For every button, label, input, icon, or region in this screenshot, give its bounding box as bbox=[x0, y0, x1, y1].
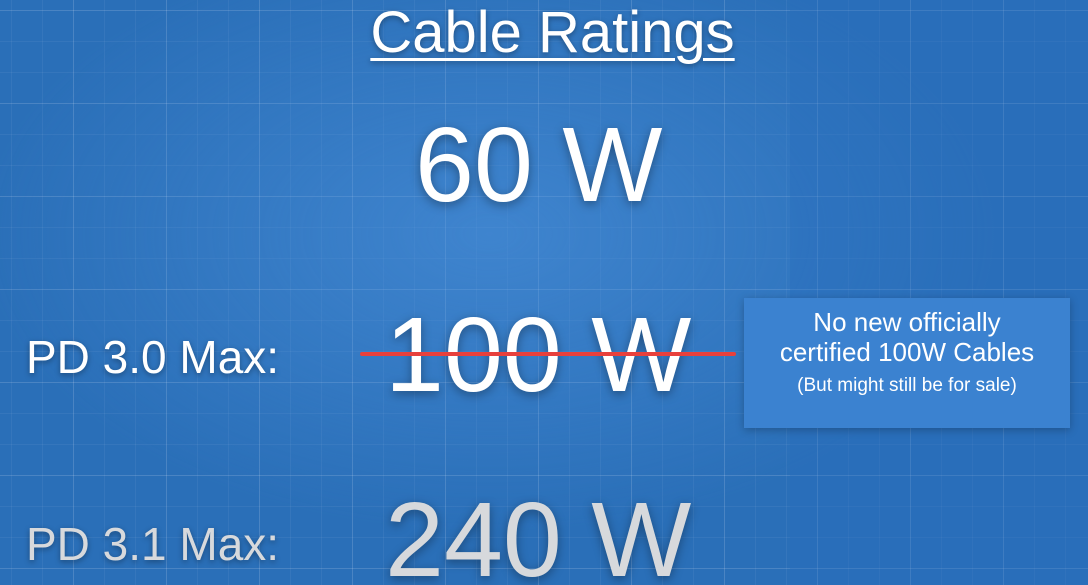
page-title: Cable Ratings bbox=[370, 0, 735, 65]
note-line-1: No new officially bbox=[813, 307, 1001, 337]
rating-240w: 240 W bbox=[385, 481, 692, 585]
note-line-2: certified 100W Cables bbox=[779, 337, 1035, 367]
rating-60w: 60 W bbox=[415, 106, 663, 224]
strikethrough-line bbox=[360, 352, 736, 356]
background-panel bbox=[790, 0, 1088, 585]
pd31-label: PD 3.1 Max: bbox=[26, 518, 280, 570]
note-line-3: (But might still be for sale) bbox=[797, 375, 1017, 396]
note-box: No new officially certified 100W Cables … bbox=[744, 298, 1070, 428]
pd30-label: PD 3.0 Max: bbox=[26, 331, 280, 383]
